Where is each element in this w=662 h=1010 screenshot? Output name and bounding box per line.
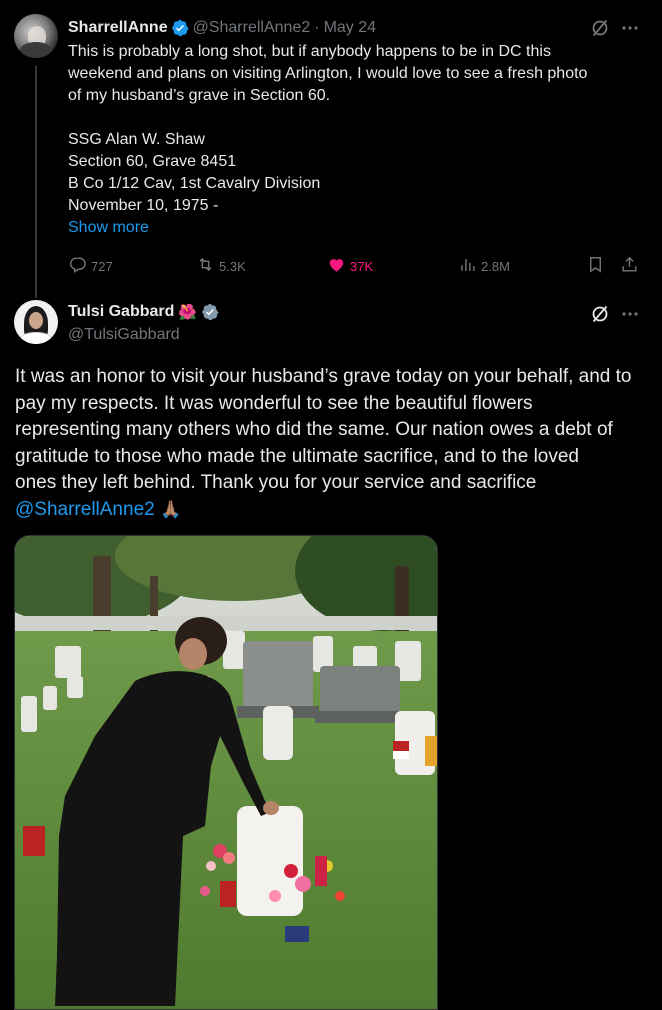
reply-button[interactable]: 727: [68, 255, 113, 277]
reply-text: It was an honor to visit your husband’s …: [15, 364, 645, 523]
separator-dot: ·: [314, 19, 320, 36]
share-button[interactable]: [620, 255, 639, 277]
thread-line: [35, 66, 37, 298]
detail-line: Section 60, Grave 8451: [68, 153, 237, 170]
avatar[interactable]: [14, 14, 58, 58]
reply-line: gratitude to those who made the ultimate…: [15, 445, 579, 467]
flower-emoji: 🌺: [178, 304, 198, 321]
heart-icon: [327, 255, 346, 277]
reply-line: It was an honor to visit your husband’s …: [15, 366, 632, 387]
author-name[interactable]: SharrellAnne: [68, 19, 168, 37]
repost-icon: [196, 255, 215, 277]
author-name[interactable]: Tulsi Gabbard: [68, 303, 174, 321]
views-count: 2.8M: [481, 258, 510, 274]
reply-line: representing many others who did the sam…: [15, 419, 613, 440]
views-button[interactable]: 2.8M: [458, 255, 510, 277]
reply-line: ones they left behind. Thank you for you…: [15, 472, 537, 493]
reply-icon: [68, 255, 87, 277]
author-handle[interactable]: @TulsiGabbard: [68, 326, 180, 344]
share-icon: [620, 255, 639, 277]
tweet-line: weekend and plans on visiting Arlington,…: [68, 65, 588, 82]
more-icon[interactable]: [620, 304, 640, 324]
grok-icon[interactable]: [590, 18, 610, 38]
tweet-line: This is probably a long shot, but if any…: [68, 43, 551, 60]
like-count: 37K: [350, 258, 374, 274]
repost-count: 5.3K: [219, 258, 246, 274]
tweet-header: SharrellAnne @SharrellAnne2 · May 24: [68, 18, 376, 38]
tweet-text: This is probably a long shot, but if any…: [68, 41, 643, 217]
show-more-link[interactable]: Show more: [68, 219, 149, 237]
tweet-date[interactable]: May 24: [324, 19, 376, 37]
detail-line: November 10, 1975 -: [68, 197, 219, 214]
bookmark-icon: [586, 255, 605, 277]
mention-link[interactable]: @SharrellAnne2: [15, 499, 155, 520]
verified-badge-icon: [201, 303, 219, 321]
avatar[interactable]: [14, 300, 58, 344]
reply-line: pay my respects. It was wonderful to see…: [15, 392, 533, 414]
tweet-top-actions: [590, 18, 640, 38]
detail-line: SSG Alan W. Shaw: [68, 131, 205, 148]
tweet-line: of my husband’s grave in Section 60.: [68, 87, 331, 104]
parent-tweet[interactable]: SharrellAnne @SharrellAnne2 · May 24 Thi…: [0, 0, 662, 298]
grave-photo[interactable]: [14, 535, 438, 1010]
author-handle[interactable]: @SharrellAnne2: [193, 19, 311, 37]
views-icon: [458, 255, 477, 277]
bookmark-button[interactable]: [586, 255, 605, 277]
grok-icon[interactable]: [590, 304, 610, 324]
reply-header: Tulsi Gabbard 🌺: [68, 303, 219, 321]
repost-button[interactable]: 5.3K: [196, 255, 246, 277]
photo-illustration: [15, 536, 437, 1009]
pray-emoji: 🙏🏽: [159, 499, 182, 519]
reply-count: 727: [91, 258, 113, 274]
action-bar: 727 5.3K 37K 2.8M: [68, 255, 643, 277]
detail-line: B Co 1/12 Cav, 1st Cavalry Division: [68, 175, 321, 192]
tweet-top-actions: [590, 304, 640, 324]
verified-badge-icon: [171, 19, 189, 37]
more-icon[interactable]: [620, 18, 640, 38]
like-button[interactable]: 37K: [327, 255, 373, 277]
